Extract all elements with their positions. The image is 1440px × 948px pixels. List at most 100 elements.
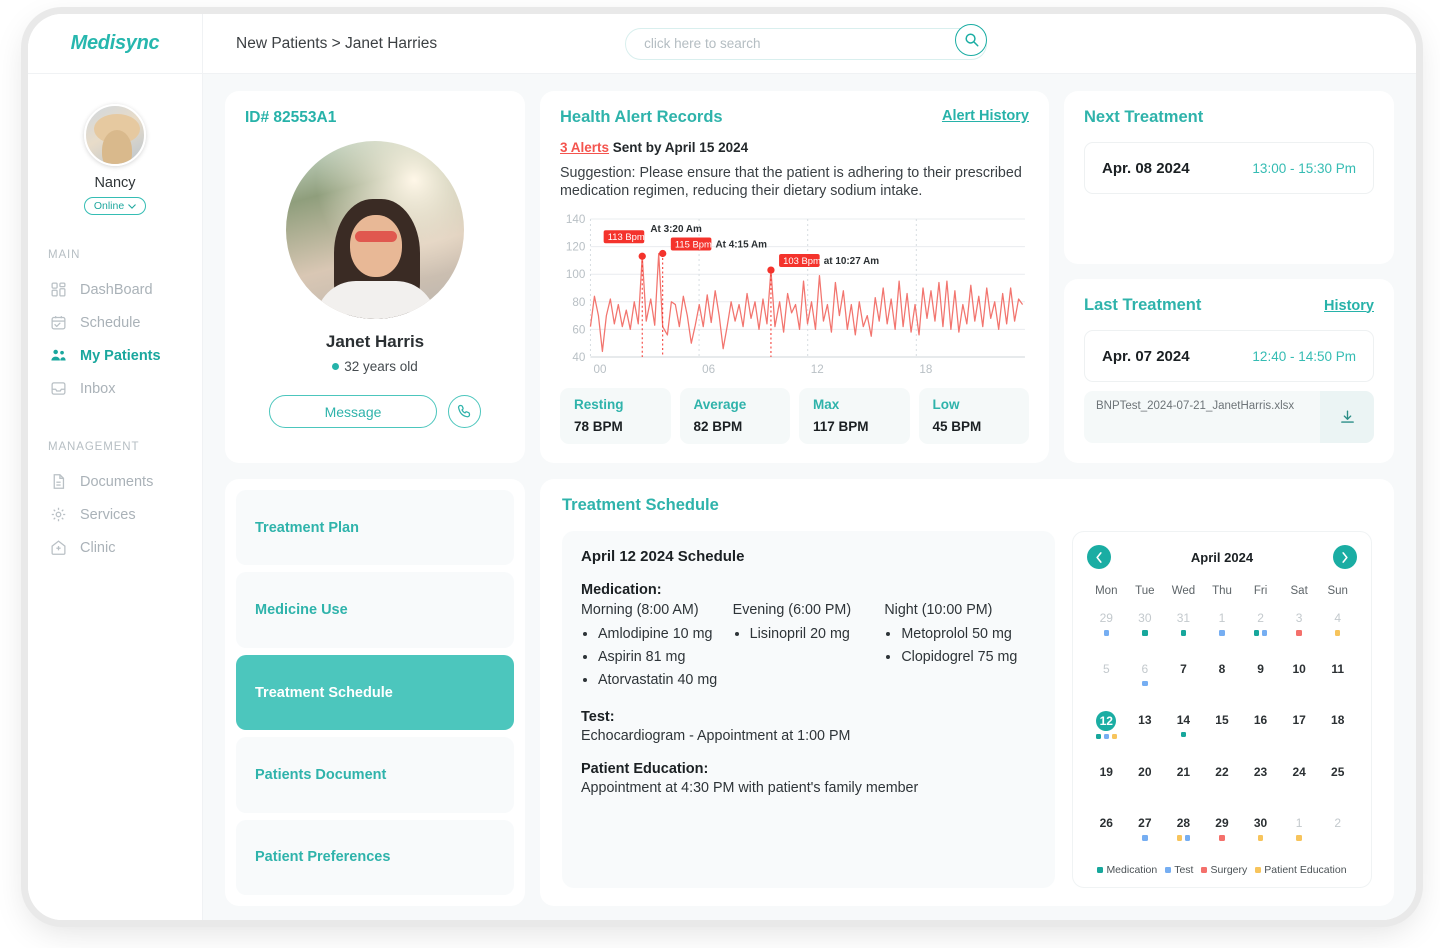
- stat-label: Average: [693, 396, 747, 412]
- calendar-day[interactable]: 26: [1087, 807, 1126, 858]
- stat-value: 117 BPM: [813, 418, 869, 434]
- calendar-day[interactable]: 9: [1241, 653, 1280, 704]
- calendar-day[interactable]: 13: [1126, 704, 1165, 757]
- calendar-day[interactable]: 25: [1318, 756, 1357, 807]
- svg-text:40: 40: [572, 352, 585, 364]
- heart-rate-chart-svg: 40 60 80 100 120 140 00 06 12 18 113 Bpm At 3:20 Am…: [566, 214, 1025, 376]
- clinic-icon: [51, 540, 66, 555]
- calendar-day[interactable]: 1: [1203, 602, 1242, 653]
- calendar-day-number: 19: [1099, 765, 1113, 780]
- calendar-prev-button[interactable]: [1087, 545, 1111, 569]
- alert-count[interactable]: 3 Alerts: [560, 140, 609, 155]
- calendar-weekday: Sat: [1290, 585, 1308, 597]
- calendar-day[interactable]: 17: [1280, 704, 1319, 757]
- calendar-day[interactable]: 30: [1126, 602, 1165, 653]
- sidebar-item-clinic[interactable]: Clinic: [28, 531, 202, 564]
- calendar-next-button[interactable]: [1333, 545, 1357, 569]
- chevron-right-icon: [1342, 551, 1348, 563]
- calendar-day-number: 22: [1215, 765, 1229, 780]
- medication-list: Lisinopril 20 mg: [750, 623, 885, 646]
- calendar-day[interactable]: 20: [1126, 756, 1165, 807]
- nav-group-main: MAIN DashBoard Schedule My Patients Inbo…: [28, 249, 202, 405]
- search-button[interactable]: [955, 23, 988, 56]
- search-box: [625, 23, 988, 60]
- calendar-day[interactable]: 10: [1280, 653, 1319, 704]
- alert-history-link[interactable]: Alert History: [942, 108, 1029, 124]
- tab-medicine-use[interactable]: Medicine Use: [236, 572, 514, 648]
- calendar-day[interactable]: 18: [1318, 704, 1357, 757]
- calendar-weekday: Wed: [1171, 585, 1196, 597]
- status-badge[interactable]: Online: [83, 197, 147, 215]
- top-bar: Medisync New Patients > Janet Harries: [28, 14, 1416, 74]
- sidebar-item-my-patients[interactable]: My Patients: [28, 339, 202, 372]
- calendar-day[interactable]: 24: [1280, 756, 1319, 807]
- tab-treatment-plan[interactable]: Treatment Plan: [236, 490, 514, 566]
- calendar-day-markers: [1176, 835, 1191, 841]
- calendar-day-number: 14: [1176, 712, 1191, 727]
- calendar-legend-item: Test: [1165, 864, 1193, 876]
- calendar-day[interactable]: 16: [1241, 704, 1280, 757]
- calendar-day[interactable]: 7: [1164, 653, 1203, 704]
- sidebar-item-services[interactable]: Services: [28, 498, 202, 531]
- calendar-day[interactable]: 4: [1318, 602, 1357, 653]
- svg-text:at 10:27 Am: at 10:27 Am: [824, 256, 880, 267]
- calendar-event-dot: [1261, 630, 1268, 636]
- calendar-day[interactable]: 21: [1164, 756, 1203, 807]
- calendar-day[interactable]: 11: [1318, 653, 1357, 704]
- calendar-day[interactable]: 19: [1087, 756, 1126, 807]
- calendar-day[interactable]: 15: [1203, 704, 1242, 757]
- treatments-column: Next Treatment Apr. 08 2024 13:00 - 15:3…: [1064, 91, 1394, 463]
- treatment-schedule-title: Treatment Schedule: [562, 496, 719, 514]
- calendar-day[interactable]: 28: [1164, 807, 1203, 858]
- legend-label: Patient Education: [1264, 864, 1347, 876]
- tab-treatment-schedule[interactable]: Treatment Schedule: [236, 654, 514, 731]
- search-input[interactable]: [625, 27, 988, 60]
- download-icon: [1340, 409, 1354, 423]
- last-treatment-row[interactable]: Apr. 07 2024 12:40 - 14:50 Pm: [1084, 330, 1374, 382]
- calendar-day[interactable]: 8: [1203, 653, 1242, 704]
- calendar-day[interactable]: 22: [1203, 756, 1242, 807]
- sidebar-item-dashboard[interactable]: DashBoard: [28, 273, 202, 306]
- calendar-day[interactable]: 14: [1164, 704, 1203, 757]
- calendar-day-number: 3: [1295, 611, 1303, 625]
- calendar-day[interactable]: 2: [1318, 807, 1357, 858]
- call-button[interactable]: [448, 395, 481, 428]
- calendar-day-markers: [1296, 835, 1302, 841]
- download-button[interactable]: [1320, 391, 1374, 443]
- calendar-event-dot: [1219, 835, 1225, 841]
- calendar-day[interactable]: 30: [1241, 807, 1280, 858]
- medication-item: Metoprolol 50 mg: [901, 623, 1036, 646]
- sidebar-item-schedule[interactable]: Schedule: [28, 306, 202, 339]
- message-button[interactable]: Message: [269, 395, 437, 428]
- calendar-day[interactable]: 2: [1241, 602, 1280, 653]
- sidebar-item-documents[interactable]: Documents: [28, 465, 202, 498]
- patient-id: ID# 82553A1: [245, 109, 337, 126]
- calendar-day[interactable]: 5: [1087, 653, 1126, 704]
- calendar-day[interactable]: 3: [1280, 602, 1319, 653]
- tab-patients-document[interactable]: Patients Document: [236, 737, 514, 813]
- calendar-legend-item: Surgery: [1201, 864, 1247, 876]
- last-treatment-history-link[interactable]: History: [1324, 298, 1374, 314]
- medication-group-night: Night (10:00 PM) Metoprolol 50 mg Clopid…: [884, 602, 1036, 692]
- treatment-schedule-body: April 12 2024 Schedule Medication: Morni…: [562, 531, 1372, 888]
- calendar-day[interactable]: 12: [1087, 704, 1126, 757]
- tab-patient-preferences[interactable]: Patient Preferences: [236, 819, 514, 896]
- calendar-day[interactable]: 23: [1241, 756, 1280, 807]
- calendar-day[interactable]: 27: [1126, 807, 1165, 858]
- calendar-day[interactable]: 31: [1164, 602, 1203, 653]
- calendar-day-number: 25: [1331, 765, 1345, 780]
- svg-text:103 Bpm: 103 Bpm: [783, 256, 821, 266]
- app-logo: Medisync: [70, 32, 160, 54]
- app-window: Medisync New Patients > Janet Harries Na…: [28, 14, 1416, 920]
- sidebar-item-label: Schedule: [80, 314, 141, 331]
- next-treatment-row[interactable]: Apr. 08 2024 13:00 - 15:30 Pm: [1084, 142, 1374, 194]
- calendar-weekday: Mon: [1095, 585, 1118, 597]
- medication-period: Night (10:00 PM): [884, 602, 993, 618]
- calendar-day[interactable]: 1: [1280, 807, 1319, 858]
- main-content: ID# 82553A1 Janet Harris 32 years old Me…: [203, 74, 1416, 920]
- calendar-day[interactable]: 6: [1126, 653, 1165, 704]
- sidebar-item-inbox[interactable]: Inbox: [28, 372, 202, 405]
- calendar-day[interactable]: 29: [1087, 602, 1126, 653]
- calendar-day-number: 30: [1138, 611, 1152, 625]
- calendar-day[interactable]: 29: [1203, 807, 1242, 858]
